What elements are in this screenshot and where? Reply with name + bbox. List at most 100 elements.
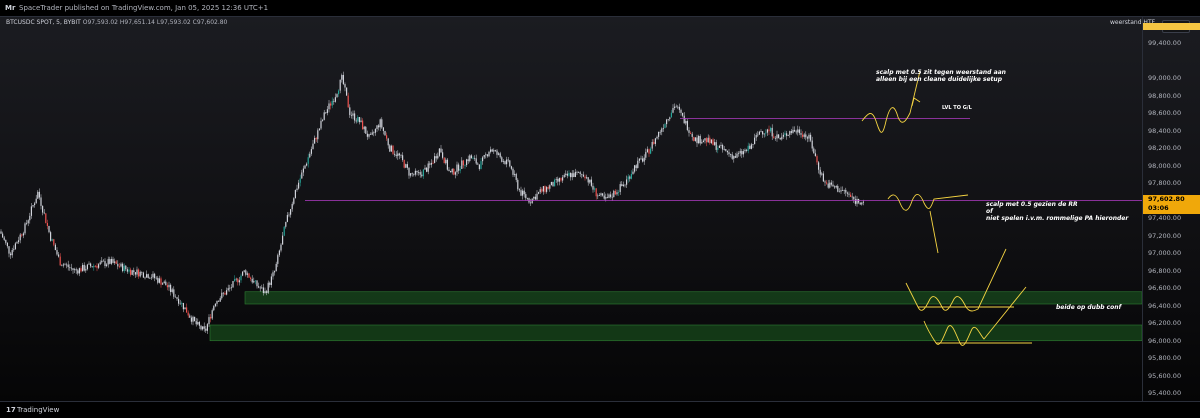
- candle-body: [461, 160, 463, 169]
- candle-body: [45, 213, 47, 224]
- candle-body: [120, 263, 122, 267]
- candle-body: [50, 232, 52, 241]
- candle-body: [554, 179, 556, 187]
- candle-body: [93, 265, 95, 268]
- candle-body: [451, 168, 453, 173]
- candle-body: [85, 269, 87, 271]
- annotation-lvl: LVL TO G/L: [942, 105, 972, 111]
- candle-body: [838, 191, 840, 193]
- candle-body: [264, 291, 266, 293]
- candle-body: [747, 145, 749, 151]
- candle-body: [208, 317, 210, 325]
- candle-body: [576, 171, 578, 173]
- symbol-label[interactable]: BTCUSDC SPOT, 5, BYBIT: [6, 19, 81, 26]
- price-tick: 98,600.00: [1148, 109, 1182, 118]
- candle-body: [557, 178, 559, 182]
- candle-body: [72, 268, 74, 271]
- candle-body: [235, 278, 237, 280]
- candle-body: [682, 112, 684, 116]
- candle-body: [320, 120, 322, 129]
- candle-body: [410, 173, 412, 176]
- candle-body: [352, 113, 354, 116]
- candle-body: [490, 149, 492, 152]
- candle-body: [779, 137, 781, 140]
- resistance-price-tag: [1143, 22, 1200, 30]
- candle-body: [448, 169, 450, 172]
- candle-body: [173, 289, 175, 297]
- candle-body: [106, 264, 108, 266]
- candle-body: [630, 173, 632, 179]
- candle-body: [301, 172, 303, 179]
- candle-body: [254, 280, 256, 282]
- candle-body: [635, 165, 637, 168]
- candle-body: [96, 265, 98, 268]
- candle-body: [269, 282, 271, 285]
- candle-body: [526, 198, 528, 199]
- candle-body: [125, 265, 127, 270]
- candle-body: [435, 156, 437, 159]
- ohlc-values: O97,593.02 H97,651.14 L97,593.02 C97,602…: [82, 19, 228, 26]
- candle-body: [520, 190, 522, 196]
- candle-body: [310, 149, 312, 154]
- candle-body: [797, 129, 799, 133]
- candle-body: [267, 282, 269, 293]
- candle-body: [802, 134, 804, 137]
- candle-body: [317, 130, 319, 140]
- candle-body: [390, 145, 392, 152]
- candle-body: [354, 113, 356, 121]
- candle-body: [525, 194, 527, 199]
- candle-body: [238, 280, 240, 283]
- candle-body: [58, 254, 60, 257]
- candle-body: [64, 264, 66, 266]
- candle-body: [563, 174, 565, 178]
- candle-body: [542, 186, 544, 192]
- candle-body: [54, 244, 56, 251]
- candle-body: [429, 163, 431, 165]
- candle-body: [446, 159, 448, 170]
- candle-body: [781, 136, 783, 140]
- candle-body: [222, 292, 224, 294]
- candle-body: [154, 273, 156, 279]
- candle-body: [360, 120, 362, 123]
- annotation-scalp-mid-1: scalp met 0.5 gezien de RR: [986, 201, 1078, 208]
- candle-body: [374, 129, 376, 133]
- candle-body: [362, 120, 364, 130]
- candle-body: [128, 269, 130, 272]
- candle-body: [843, 189, 845, 191]
- candle-body: [674, 106, 676, 108]
- candle-body: [512, 168, 514, 175]
- candle-body: [829, 182, 831, 188]
- candle-body: [184, 307, 186, 310]
- candle-body: [661, 128, 663, 132]
- candle-body: [736, 153, 738, 158]
- candle-body: [130, 269, 132, 275]
- candle-body: [158, 278, 160, 283]
- candle-body: [286, 215, 288, 222]
- candle-body: [256, 280, 258, 287]
- candle-body: [571, 173, 573, 178]
- candle-body: [78, 268, 80, 274]
- candle-body: [296, 188, 298, 191]
- candle-body: [382, 127, 384, 131]
- candle-body: [59, 256, 61, 266]
- candle-body: [734, 156, 736, 158]
- chart-pane[interactable]: BTCUSDC SPOT, 5, BYBIT O97,593.02 H97,65…: [0, 16, 1200, 414]
- candle-body: [168, 284, 170, 288]
- candle-body: [179, 303, 181, 305]
- candle-body: [16, 242, 18, 244]
- candle-body: [496, 150, 498, 155]
- demand-zone-1: [209, 324, 1142, 342]
- candle-body: [226, 290, 228, 295]
- candle-body: [690, 132, 692, 134]
- annotation-scalp-top-1: scalp met 0.5 zit tegen weerstand aan: [876, 69, 1006, 76]
- candle-body: [579, 172, 581, 175]
- candle-body: [149, 278, 151, 279]
- candle-body: [808, 134, 810, 139]
- candle-body: [672, 107, 674, 113]
- candle-body: [744, 149, 746, 152]
- candle-body: [582, 174, 584, 177]
- candle-body: [678, 106, 680, 110]
- candle-body: [669, 117, 671, 120]
- price-axis[interactable]: USDC 99,400.0099,000.0098,800.0098,600.0…: [1142, 17, 1200, 402]
- candle-body: [574, 171, 576, 177]
